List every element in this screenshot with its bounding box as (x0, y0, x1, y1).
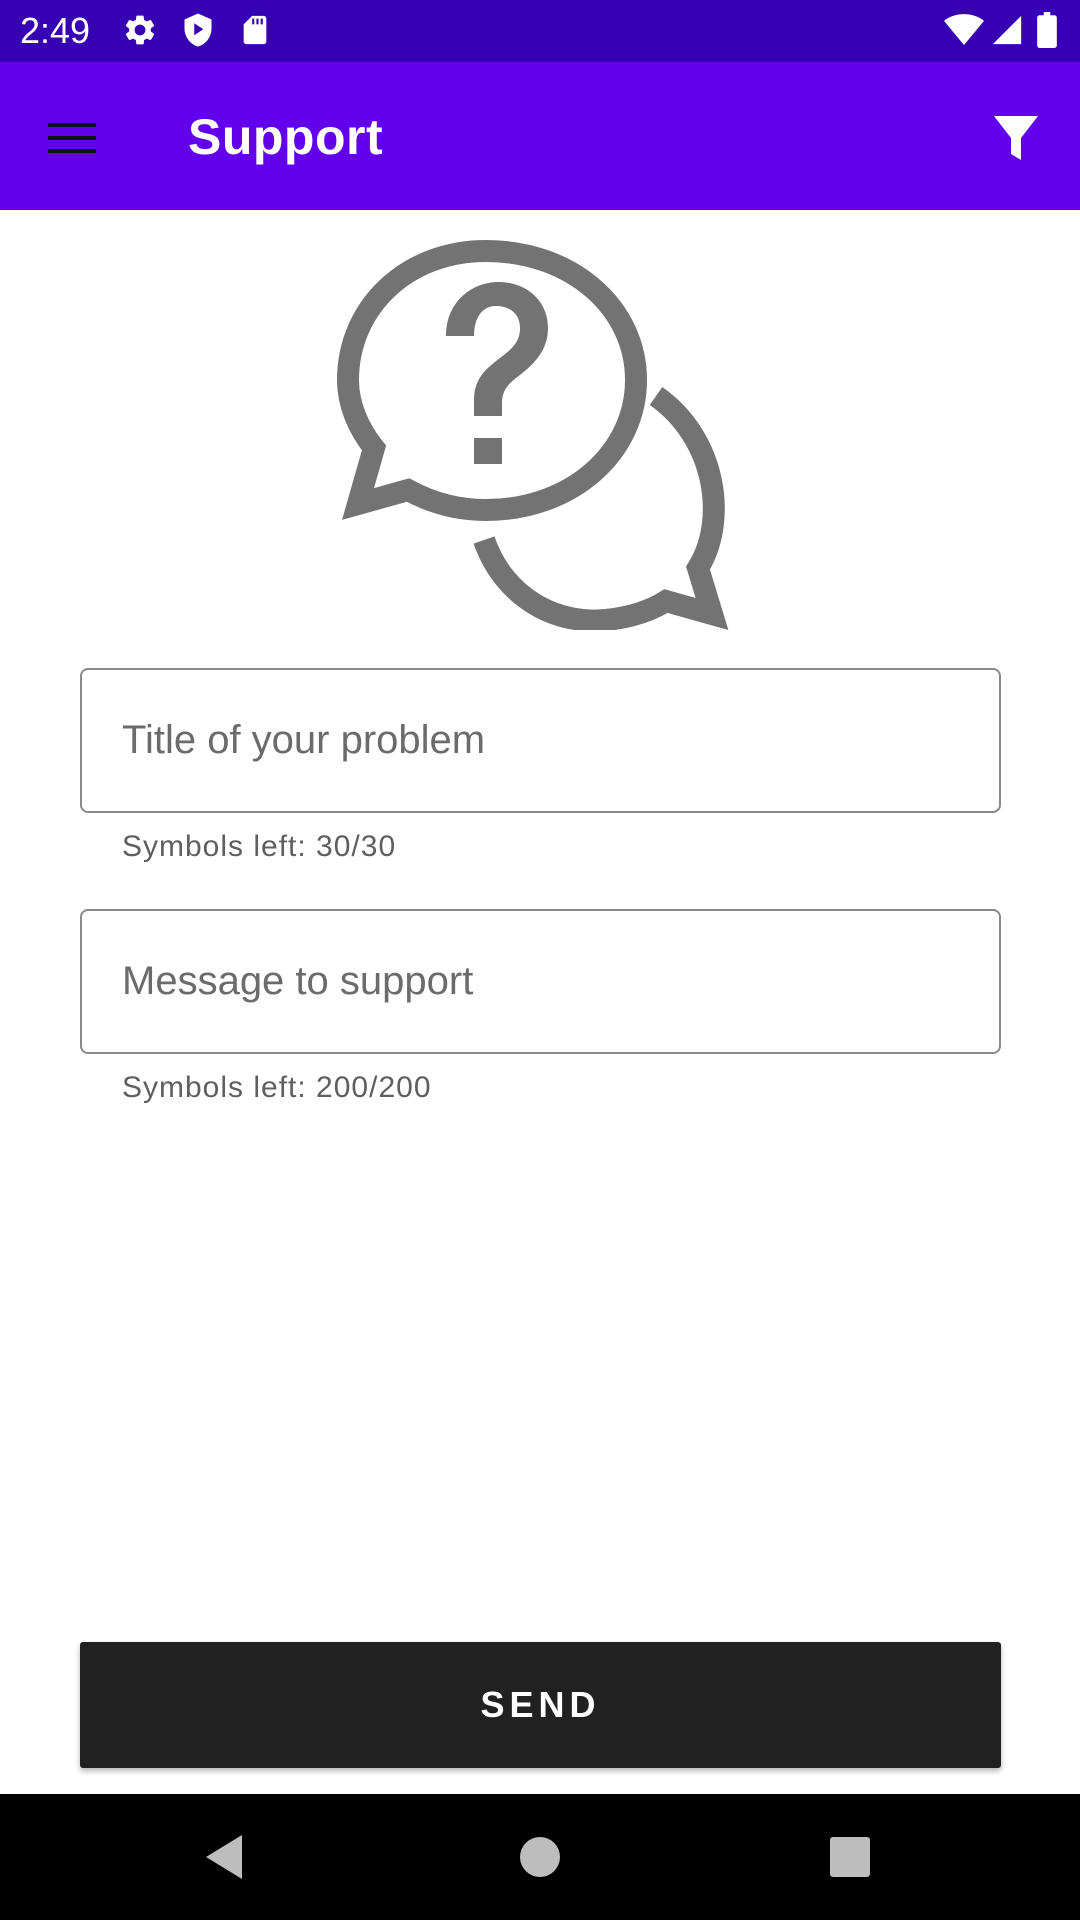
message-helper-text: Symbols left: 200/200 (122, 1071, 432, 1104)
sd-card-icon (238, 12, 272, 53)
filter-icon (994, 116, 1038, 160)
status-bar: 2:49 (0, 0, 1080, 62)
wifi-icon (944, 12, 984, 53)
back-icon (206, 1835, 242, 1879)
title-field[interactable] (80, 668, 1001, 813)
question-chat-icon (336, 228, 748, 632)
settings-icon (122, 12, 158, 53)
back-button[interactable] (196, 1827, 256, 1887)
recents-icon (830, 1837, 870, 1877)
message-input[interactable] (82, 911, 999, 1052)
recents-button[interactable] (820, 1827, 880, 1887)
send-button[interactable]: SEND (80, 1642, 1001, 1768)
title-helper-text: Symbols left: 30/30 (122, 830, 397, 863)
page-title: Support (188, 109, 384, 165)
status-time: 2:49 (20, 10, 91, 51)
title-input[interactable] (82, 670, 999, 811)
navigation-bar (0, 1794, 1080, 1920)
cell-signal-icon (990, 12, 1024, 53)
app-bar: Support (0, 62, 1080, 210)
home-icon (520, 1837, 560, 1877)
shield-play-icon (180, 12, 216, 53)
menu-icon (48, 123, 96, 153)
message-field[interactable] (80, 909, 1001, 1054)
filter-button[interactable] (984, 106, 1048, 170)
menu-button[interactable] (40, 106, 104, 170)
home-button[interactable] (510, 1827, 570, 1887)
battery-icon (1036, 12, 1058, 53)
